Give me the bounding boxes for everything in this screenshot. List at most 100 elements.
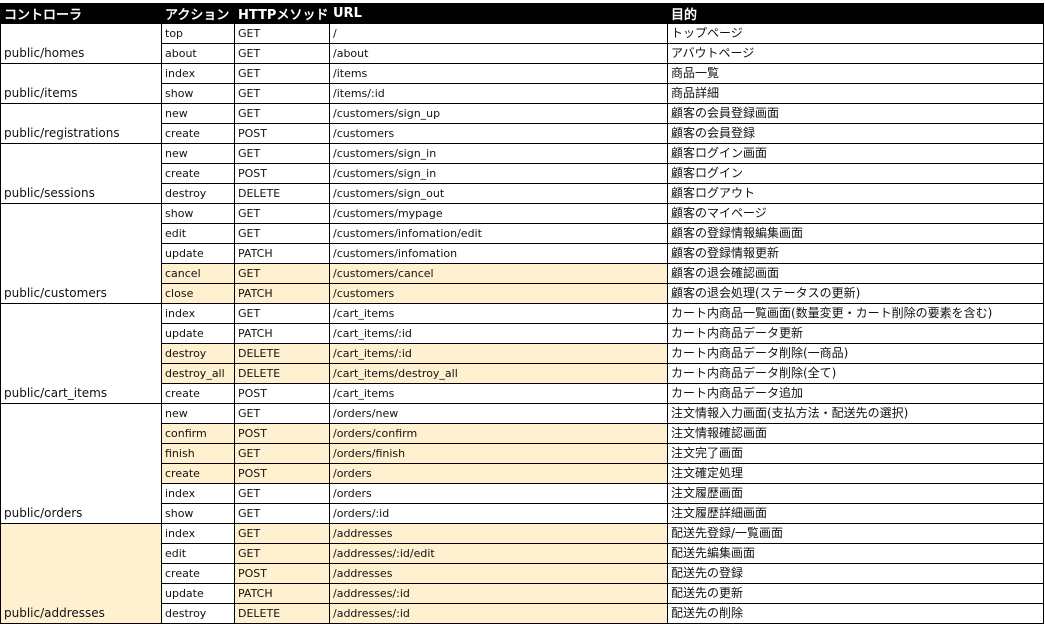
cell-purpose[interactable]: カート内商品一覧画面(数量変更・カート削除の要素を含む) (667, 303, 1044, 324)
cell-action[interactable]: show (161, 503, 235, 524)
cell-action[interactable]: show (161, 83, 235, 104)
cell-purpose[interactable]: カート内商品データ更新 (667, 323, 1044, 344)
cell-url[interactable]: /customers/infomation/edit (329, 223, 668, 244)
cell-action[interactable]: index (161, 483, 235, 504)
cell-action[interactable]: new (161, 143, 235, 164)
cell-http-method[interactable]: DELETE (234, 363, 330, 384)
cell-url[interactable]: /customers/sign_out (329, 183, 668, 204)
cell-url[interactable]: /cart_items (329, 383, 668, 404)
cell-http-method[interactable]: GET (234, 203, 330, 224)
cell-url[interactable]: /customers/cancel (329, 263, 668, 284)
cell-purpose[interactable]: 注文情報入力画面(支払方法・配送先の選択) (667, 403, 1044, 424)
cell-http-method[interactable]: GET (234, 543, 330, 564)
cell-controller[interactable]: public/sessions (0, 143, 162, 204)
cell-action[interactable]: create (161, 563, 235, 584)
cell-http-method[interactable]: POST (234, 563, 330, 584)
cell-url[interactable]: /orders (329, 483, 668, 504)
cell-purpose[interactable]: カート内商品データ削除(一商品) (667, 343, 1044, 364)
cell-purpose[interactable]: 商品詳細 (667, 83, 1044, 104)
cell-action[interactable]: index (161, 63, 235, 84)
cell-action[interactable]: create (161, 383, 235, 404)
cell-http-method[interactable]: PATCH (234, 583, 330, 604)
cell-url[interactable]: /addresses (329, 523, 668, 544)
cell-purpose[interactable]: 顧客のマイページ (667, 203, 1044, 224)
cell-url[interactable]: /cart_items/:id (329, 323, 668, 344)
cell-action[interactable]: edit (161, 223, 235, 244)
cell-url[interactable]: /orders/:id (329, 503, 668, 524)
cell-http-method[interactable]: PATCH (234, 323, 330, 344)
cell-url[interactable]: /customers/mypage (329, 203, 668, 224)
cell-purpose[interactable]: 顧客ログアウト (667, 183, 1044, 204)
cell-purpose[interactable]: 顧客ログイン画面 (667, 143, 1044, 164)
cell-url[interactable]: /customers/infomation (329, 243, 668, 264)
cell-purpose[interactable]: カート内商品データ削除(全て) (667, 363, 1044, 384)
header-http-method[interactable]: HTTPメソッド (234, 3, 330, 24)
cell-purpose[interactable]: 商品一覧 (667, 63, 1044, 84)
cell-url[interactable]: /items/:id (329, 83, 668, 104)
header-controller[interactable]: コントローラ (0, 3, 162, 24)
cell-url[interactable]: /customers (329, 123, 668, 144)
cell-url[interactable]: /orders/confirm (329, 423, 668, 444)
cell-http-method[interactable]: DELETE (234, 343, 330, 364)
cell-http-method[interactable]: GET (234, 103, 330, 124)
cell-action[interactable]: create (161, 463, 235, 484)
cell-url[interactable]: /cart_items/:id (329, 343, 668, 364)
cell-url[interactable]: /items (329, 63, 668, 84)
cell-purpose[interactable]: 顧客の会員登録画面 (667, 103, 1044, 124)
cell-action[interactable]: edit (161, 543, 235, 564)
cell-action[interactable]: index (161, 303, 235, 324)
cell-http-method[interactable]: GET (234, 43, 330, 64)
cell-http-method[interactable]: GET (234, 143, 330, 164)
cell-purpose[interactable]: 顧客の退会処理(ステータスの更新) (667, 283, 1044, 304)
cell-action[interactable]: top (161, 23, 235, 44)
cell-purpose[interactable]: 配送先編集画面 (667, 543, 1044, 564)
cell-purpose[interactable]: トップページ (667, 23, 1044, 44)
cell-http-method[interactable]: GET (234, 83, 330, 104)
cell-url[interactable]: /customers/sign_up (329, 103, 668, 124)
cell-action[interactable]: destroy (161, 183, 235, 204)
cell-purpose[interactable]: 顧客ログイン (667, 163, 1044, 184)
cell-url[interactable]: /addresses (329, 563, 668, 584)
cell-url[interactable]: /customers (329, 283, 668, 304)
cell-action[interactable]: destroy (161, 343, 235, 364)
cell-action[interactable]: index (161, 523, 235, 544)
cell-controller[interactable]: public/addresses (0, 523, 162, 624)
cell-action[interactable]: finish (161, 443, 235, 464)
cell-action[interactable]: new (161, 403, 235, 424)
cell-url[interactable]: /addresses/:id (329, 603, 668, 624)
cell-controller[interactable]: public/items (0, 63, 162, 104)
cell-purpose[interactable]: 顧客の登録情報更新 (667, 243, 1044, 264)
cell-http-method[interactable]: GET (234, 483, 330, 504)
cell-action[interactable]: show (161, 203, 235, 224)
cell-controller[interactable]: public/cart_items (0, 303, 162, 404)
cell-http-method[interactable]: GET (234, 443, 330, 464)
cell-action[interactable]: confirm (161, 423, 235, 444)
cell-url[interactable]: /cart_items/destroy_all (329, 363, 668, 384)
cell-http-method[interactable]: POST (234, 423, 330, 444)
cell-http-method[interactable]: POST (234, 463, 330, 484)
cell-url[interactable]: /about (329, 43, 668, 64)
cell-purpose[interactable]: 注文履歴詳細画面 (667, 503, 1044, 524)
cell-url[interactable]: /addresses/:id (329, 583, 668, 604)
cell-url[interactable]: /addresses/:id/edit (329, 543, 668, 564)
cell-url[interactable]: / (329, 23, 668, 44)
cell-action[interactable]: create (161, 163, 235, 184)
cell-url[interactable]: /customers/sign_in (329, 163, 668, 184)
cell-action[interactable]: new (161, 103, 235, 124)
cell-purpose[interactable]: 注文完了画面 (667, 443, 1044, 464)
cell-http-method[interactable]: PATCH (234, 283, 330, 304)
cell-url[interactable]: /cart_items (329, 303, 668, 324)
cell-action[interactable]: destroy (161, 603, 235, 624)
cell-action[interactable]: destroy_all (161, 363, 235, 384)
cell-http-method[interactable]: GET (234, 523, 330, 544)
cell-http-method[interactable]: GET (234, 23, 330, 44)
cell-controller[interactable]: public/customers (0, 203, 162, 304)
cell-action[interactable]: update (161, 243, 235, 264)
cell-controller[interactable]: public/homes (0, 23, 162, 64)
cell-http-method[interactable]: GET (234, 263, 330, 284)
cell-http-method[interactable]: GET (234, 403, 330, 424)
cell-http-method[interactable]: GET (234, 503, 330, 524)
cell-purpose[interactable]: カート内商品データ追加 (667, 383, 1044, 404)
cell-purpose[interactable]: 配送先登録/一覧画面 (667, 523, 1044, 544)
cell-controller[interactable]: public/orders (0, 403, 162, 524)
